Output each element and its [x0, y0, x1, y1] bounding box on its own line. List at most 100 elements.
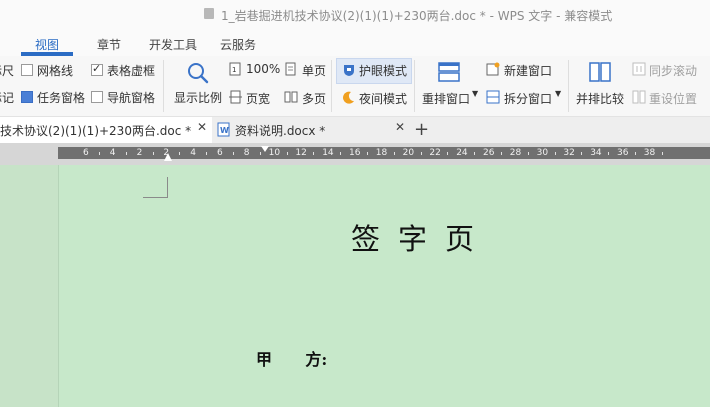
- ruler-tick: [554, 152, 556, 155]
- reset-position-button[interactable]: 重设位置: [649, 90, 697, 107]
- ruler-number: 32: [563, 148, 575, 158]
- page-width-button[interactable]: 页宽: [246, 90, 270, 107]
- task-pane-label[interactable]: 任务窗格: [37, 89, 85, 106]
- sync-scroll-button[interactable]: 同步滚动: [649, 62, 697, 79]
- ruler-tick: [259, 152, 261, 155]
- eye-mode-button[interactable]: 护眼模式: [359, 62, 407, 79]
- close-tab-icon[interactable]: ✕: [197, 120, 207, 134]
- single-page-button[interactable]: 单页: [302, 62, 326, 79]
- gridlines-checkbox[interactable]: [21, 64, 33, 76]
- first-line-indent-marker[interactable]: [261, 146, 269, 152]
- split-window-icon[interactable]: [486, 90, 500, 104]
- ruler-tick: [393, 152, 395, 155]
- window-title: 1_岩巷掘进机技术协议(2)(1)(1)+230两台.doc * - WPS 文…: [221, 9, 613, 23]
- zoom-100-icon[interactable]: 1: [229, 62, 242, 76]
- word-doc-icon: W: [217, 122, 230, 137]
- ruler-number: 30: [536, 148, 549, 158]
- ruler-number: 38: [643, 148, 656, 158]
- svg-text:1: 1: [232, 66, 236, 74]
- single-page-icon[interactable]: [284, 62, 297, 76]
- ruler-tick: [420, 152, 422, 155]
- zoom-100-button[interactable]: 100%: [246, 62, 280, 76]
- ruler-tick: [608, 152, 610, 155]
- side-by-side-button[interactable]: 并排比较: [576, 90, 624, 107]
- ruler-number: 14: [322, 148, 334, 158]
- multi-page-icon[interactable]: [284, 90, 298, 104]
- ruler-number: 24: [456, 148, 468, 158]
- task-pane-checkbox[interactable]: [21, 91, 33, 103]
- split-window-dropdown-icon[interactable]: ▼: [555, 89, 561, 98]
- tab-cloud-service[interactable]: 云服务: [220, 36, 256, 53]
- table-gridlines-checkbox[interactable]: [91, 62, 103, 76]
- left-indent-marker[interactable]: [164, 153, 172, 161]
- ruler-number: 26: [483, 148, 495, 158]
- document-icon: [204, 8, 214, 19]
- night-mode-button[interactable]: 夜间模式: [359, 90, 407, 107]
- document-page[interactable]: [58, 165, 710, 407]
- doc-tab-active[interactable]: 技术协议(2)(1)(1)+230两台.doc * ✕: [0, 117, 212, 145]
- gridlines-label[interactable]: 网格线: [37, 62, 73, 79]
- doc-tab-inactive[interactable]: W 资料说明.docx * ✕: [212, 117, 410, 143]
- ribbon-view: 标尺 网格线 表格虚框 标记 任务窗格 导航窗格 显示比例 1 100% 页宽 …: [0, 56, 710, 117]
- party-a-label[interactable]: 甲 方:: [256, 346, 327, 370]
- table-gridlines-label[interactable]: 表格虚框: [107, 62, 155, 79]
- side-by-side-icon[interactable]: [589, 62, 611, 82]
- page-width-icon[interactable]: [229, 90, 242, 104]
- ruler-tick: [125, 152, 127, 155]
- ruler-tick: [474, 152, 476, 155]
- ruler-number: 34: [590, 148, 602, 158]
- ruler-tick: [635, 152, 636, 155]
- ruler-tick: [661, 152, 663, 155]
- document-tab-bar: 技术协议(2)(1)(1)+230两台.doc * ✕ W 资料说明.docx …: [0, 117, 710, 145]
- ruler-tick: [447, 152, 449, 155]
- ruler-number: 10: [268, 148, 281, 158]
- close-tab-icon[interactable]: ✕: [395, 120, 405, 134]
- document-heading[interactable]: 签字页: [351, 216, 492, 258]
- eye-protection-icon[interactable]: [342, 63, 356, 77]
- ruler-tick: [206, 152, 208, 155]
- ruler-number: 2: [136, 148, 143, 158]
- marks-checkbox-label[interactable]: 标记: [0, 89, 14, 106]
- arrange-window-icon[interactable]: [438, 62, 460, 82]
- nav-pane-checkbox[interactable]: [91, 91, 103, 103]
- zoom-ratio-button[interactable]: 显示比例: [174, 89, 222, 106]
- ruler-tick: [99, 152, 100, 155]
- horizontal-ruler[interactable]: 6 4 2 2 4 6 8 10 12 14 16 18 20 22 24 26 28 30 32 34 36 38: [0, 143, 710, 165]
- moon-icon[interactable]: [342, 90, 356, 104]
- ruler-tick: [286, 152, 288, 155]
- ruler-number: 4: [190, 148, 196, 158]
- ruler-tick: [340, 152, 342, 155]
- ruler-tick: [233, 152, 234, 155]
- ruler-number: 6: [217, 148, 223, 158]
- sync-scroll-icon[interactable]: [632, 62, 646, 76]
- new-window-button[interactable]: 新建窗口: [504, 62, 552, 79]
- ruler-number: 6: [83, 148, 89, 158]
- ruler-number: 36: [617, 148, 629, 158]
- tab-developer[interactable]: 开发工具: [149, 36, 197, 53]
- ruler-tick: [313, 152, 315, 155]
- ruler-tick: [152, 152, 154, 155]
- ruler-tick: [581, 152, 583, 155]
- ruler-tick: [179, 152, 181, 155]
- title-bar: 1_岩巷掘进机技术协议(2)(1)(1)+230两台.doc * - WPS 文…: [0, 0, 710, 28]
- ruler-number: 4: [109, 148, 116, 158]
- doc-tab-label: 资料说明.docx *: [235, 124, 326, 138]
- doc-tab-label: 技术协议(2)(1)(1)+230两台.doc *: [0, 124, 192, 138]
- split-window-button[interactable]: 拆分窗口: [504, 90, 552, 107]
- magnifier-icon[interactable]: [186, 61, 210, 85]
- arrange-window-button[interactable]: 重排窗口: [422, 90, 470, 107]
- reset-position-icon[interactable]: [632, 90, 646, 104]
- tab-chapter[interactable]: 章节: [97, 36, 121, 53]
- ruler-number: 16: [349, 148, 361, 158]
- ruler-number: 8: [243, 148, 250, 158]
- new-tab-plus-icon[interactable]: +: [414, 119, 429, 140]
- ruler-tick: [527, 152, 529, 155]
- ruler-checkbox-label[interactable]: 标尺: [0, 62, 14, 79]
- tab-view[interactable]: 视图: [35, 36, 59, 53]
- ruler-number: 12: [295, 148, 307, 158]
- new-window-icon[interactable]: [486, 62, 500, 76]
- multi-page-button[interactable]: 多页: [302, 90, 326, 107]
- ruler-number: 20: [402, 148, 415, 158]
- nav-pane-label[interactable]: 导航窗格: [107, 89, 155, 106]
- arrange-window-dropdown-icon[interactable]: ▼: [472, 89, 478, 98]
